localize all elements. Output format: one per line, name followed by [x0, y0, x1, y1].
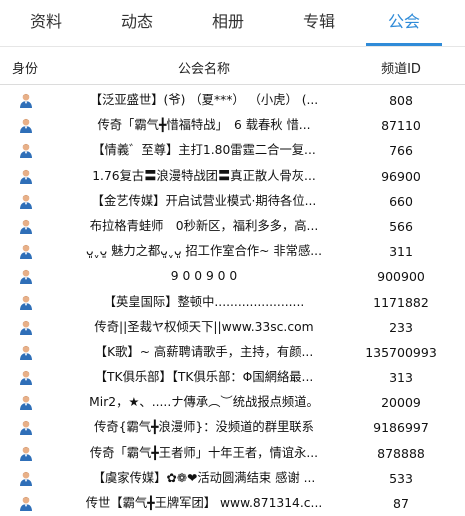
user-avatar-icon — [19, 395, 33, 411]
guild-name[interactable]: 【英皇国际】整顿中....................... — [85, 290, 323, 315]
user-avatar-icon — [19, 295, 33, 310]
guild-name[interactable]: 【金艺传媒】开启试营业模式·期待各位... — [85, 189, 323, 214]
tab-guild[interactable]: 公会 — [379, 0, 429, 44]
table-row[interactable]: ᴗ͈ˬᴗ͈ 魅力之都ᴗ͈ˬᴗ͈ 招工作室合作~ 非常感... 311 — [0, 239, 465, 264]
table-row[interactable]: 【K歌】~ 高薪聘请歌手，主持，有颜... 135700993 — [0, 340, 465, 365]
table-header: 身份 公会名称 频道ID — [0, 56, 465, 84]
table-row[interactable]: Mir2，★、.....ナ傳承︵︶统战报点频道。 20009 — [0, 390, 465, 415]
guild-name[interactable]: 【情義゛至尊】主打1.80雷霆二合一复... — [85, 138, 323, 163]
channel-id: 533 — [389, 470, 413, 486]
table-row[interactable]: 9 0 0 9 0 0 900900 — [0, 264, 465, 289]
channel-id: 9186997 — [373, 420, 429, 436]
user-avatar-icon — [19, 496, 33, 511]
table-row[interactable]: 【虞家传媒】✿❁❤活动圆满结束 感谢 ... 533 — [0, 466, 465, 491]
table-row[interactable]: 传奇||圣裁ヤ权倾天下||www.33sc.com 233 — [0, 315, 465, 340]
user-avatar-icon — [19, 244, 33, 260]
guild-name[interactable]: 传世【霸气╋王牌军团】 www.871314.c... — [85, 491, 323, 516]
user-avatar-icon — [19, 320, 33, 335]
guild-name[interactable]: 布拉格青蛙师 0秒新区，福利多多，高... — [85, 214, 323, 239]
channel-id: 313 — [389, 370, 413, 386]
table-row[interactable]: 传奇「霸气╋惜福特战」 6 载春秋 惜... 87110 — [0, 113, 465, 138]
table-row[interactable]: 【泛亚盛世】(爷) （夏***） （小虎） (... 808 — [0, 88, 465, 113]
channel-id: 20009 — [381, 395, 421, 411]
user-avatar-icon — [19, 471, 33, 486]
table-row[interactable]: 1.76复古〓浪漫特战团〓真正散人骨灰... 96900 — [0, 164, 465, 189]
guild-name[interactable]: 传奇「霸气╋王者师」十年王者，情谊永... — [85, 441, 323, 466]
channel-id: 878888 — [377, 445, 425, 461]
user-avatar-icon — [19, 345, 33, 360]
guild-name[interactable]: 1.76复古〓浪漫特战团〓真正散人骨灰... — [85, 164, 323, 189]
channel-id: 87 — [393, 496, 409, 511]
tab-activity[interactable]: 动态 — [112, 0, 162, 44]
guild-table-body: 【泛亚盛世】(爷) （夏***） （小虎） (... 808 传奇「霸气╋惜福特战」… — [0, 88, 465, 516]
user-avatar-icon — [19, 370, 33, 386]
channel-id: 1171882 — [373, 294, 429, 310]
guild-name[interactable]: 9 0 0 9 0 0 — [85, 264, 323, 289]
tab-music[interactable]: 专辑 — [294, 0, 344, 44]
user-avatar-icon — [19, 93, 33, 108]
table-row[interactable]: 【英皇国际】整顿中....................... 1171882 — [0, 290, 465, 315]
guild-name[interactable]: 传奇「霸气╋惜福特战」 6 载春秋 惜... — [85, 113, 323, 138]
table-row[interactable]: 传世【霸气╋王牌军团】 www.871314.c... 87 — [0, 491, 465, 516]
table-row[interactable]: 传奇「霸气╋王者师」十年王者，情谊永... 878888 — [0, 441, 465, 466]
user-avatar-icon — [19, 169, 33, 184]
guild-name[interactable]: Mir2，★、.....ナ傳承︵︶统战报点频道。 — [85, 390, 323, 415]
table-row[interactable]: 传奇{霸气╋浪漫师}：没频道的群里联系 9186997 — [0, 415, 465, 440]
guild-name[interactable]: 【泛亚盛世】(爷) （夏***） （小虎） (... — [85, 88, 323, 113]
header-channel-id: 频道ID — [381, 62, 421, 77]
header-role: 身份 — [12, 62, 39, 77]
header-guild-name: 公会名称 — [177, 62, 230, 77]
channel-id: 96900 — [381, 168, 421, 184]
table-row[interactable]: 【情義゛至尊】主打1.80雷霆二合一复... 766 — [0, 138, 465, 163]
table-row[interactable]: 【TK俱乐部】【TK俱乐部：Φ国網絡最... 313 — [0, 365, 465, 390]
table-row[interactable]: 布拉格青蛙师 0秒新区，福利多多，高... 566 — [0, 214, 465, 239]
profile-tabs: 资料 动态 相册 专辑 公会 — [0, 0, 465, 46]
channel-id: 808 — [389, 93, 413, 108]
guild-name[interactable]: ᴗ͈ˬᴗ͈ 魅力之都ᴗ͈ˬᴗ͈ 招工作室合作~ 非常感... — [85, 239, 323, 264]
user-avatar-icon — [19, 194, 33, 209]
channel-id: 135700993 — [365, 344, 437, 360]
channel-id: 766 — [389, 143, 413, 159]
table-row[interactable]: 【金艺传媒】开启试营业模式·期待各位... 660 — [0, 189, 465, 214]
guild-name[interactable]: 【K歌】~ 高薪聘请歌手，主持，有颜... — [85, 340, 323, 365]
guild-name[interactable]: 【虞家传媒】✿❁❤活动圆满结束 感谢 ... — [85, 466, 323, 491]
channel-id: 87110 — [381, 118, 421, 134]
guild-name[interactable]: 【TK俱乐部】【TK俱乐部：Φ国網絡最... — [85, 365, 323, 390]
user-avatar-icon — [19, 118, 33, 134]
user-avatar-icon — [19, 420, 33, 436]
user-avatar-icon — [19, 143, 33, 159]
user-avatar-icon — [19, 219, 33, 234]
channel-id: 233 — [389, 319, 413, 335]
channel-id: 566 — [389, 218, 413, 234]
tabs-divider — [0, 46, 465, 47]
user-avatar-icon — [19, 446, 33, 461]
channel-id: 900900 — [377, 269, 425, 285]
channel-id: 311 — [389, 244, 413, 260]
channel-id: 660 — [389, 193, 413, 209]
user-avatar-icon — [19, 269, 33, 285]
tab-album[interactable]: 相册 — [203, 0, 253, 44]
guild-name[interactable]: 传奇||圣裁ヤ权倾天下||www.33sc.com — [85, 315, 323, 340]
guild-name[interactable]: 传奇{霸气╋浪漫师}：没频道的群里联系 — [85, 415, 323, 440]
tab-profile[interactable]: 资料 — [21, 0, 71, 44]
header-divider — [0, 84, 465, 85]
